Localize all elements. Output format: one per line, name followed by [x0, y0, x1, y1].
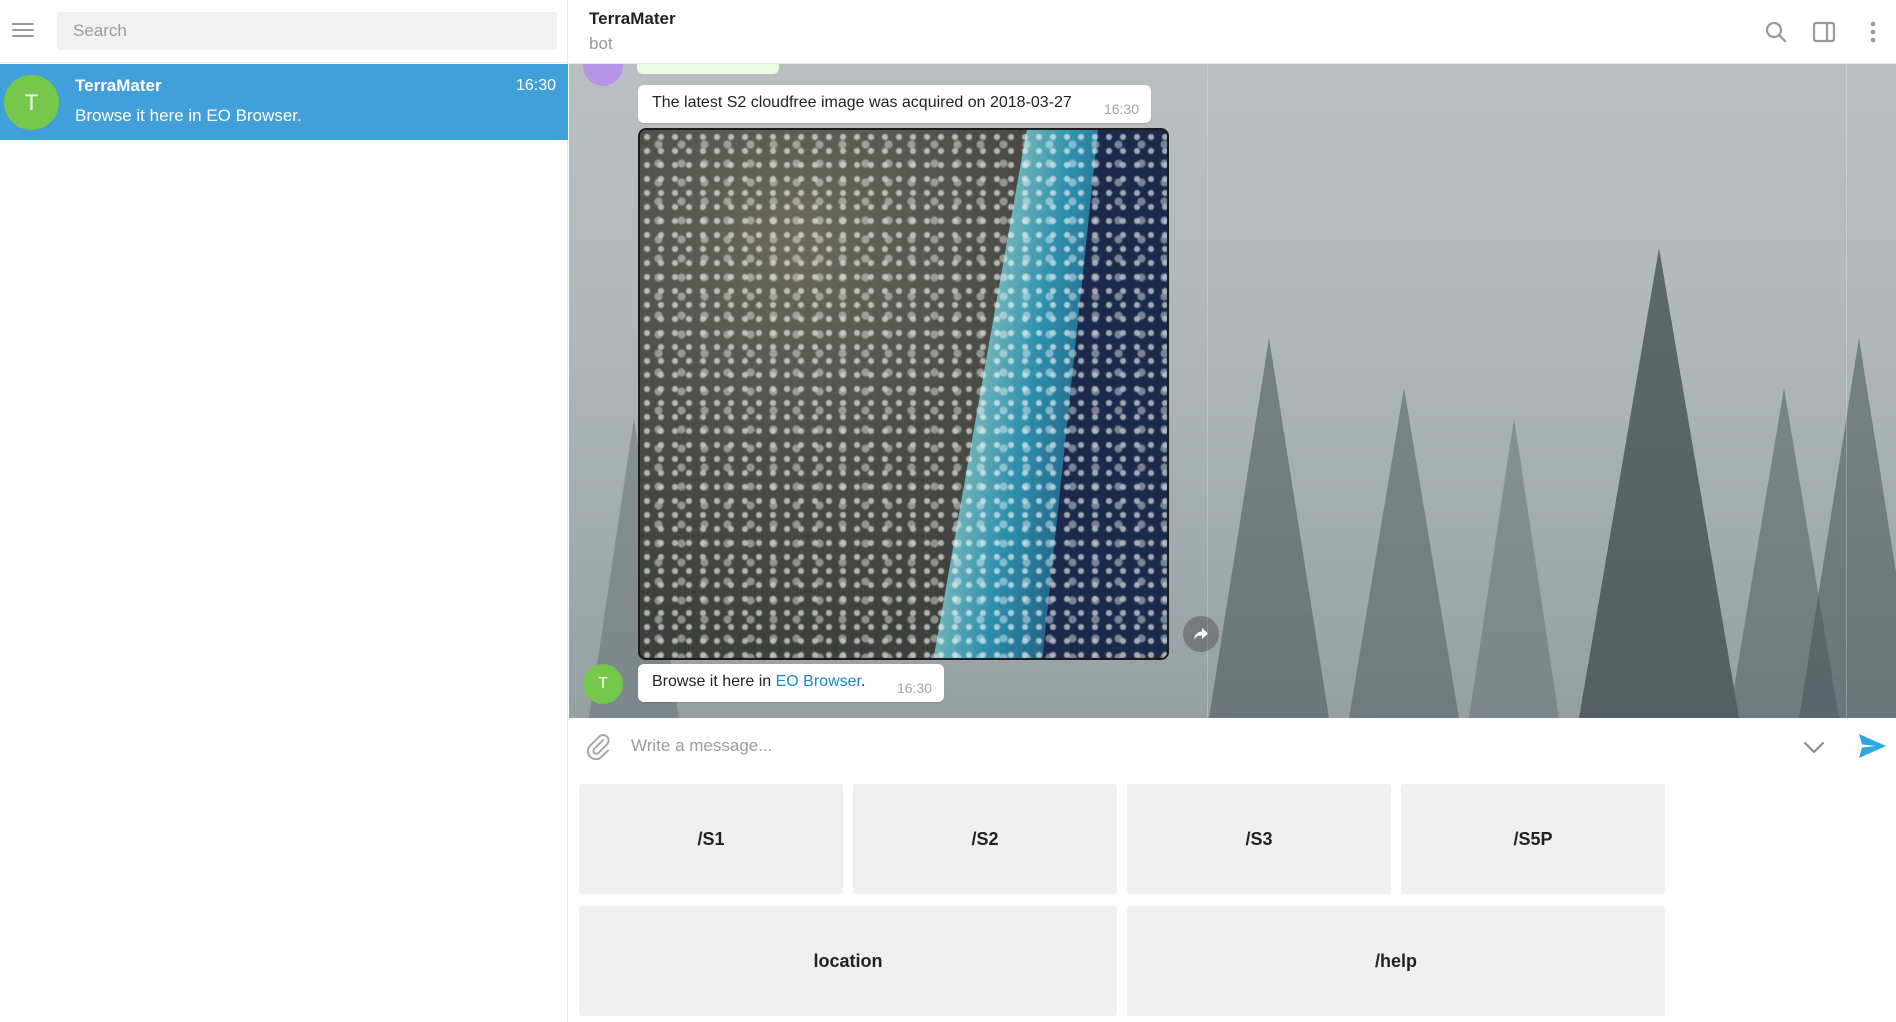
satellite-photo[interactable] — [638, 128, 1169, 660]
chat-preview: Browse it here in EO Browser. — [75, 106, 302, 125]
search-input[interactable] — [57, 12, 557, 50]
background-tree — [1209, 338, 1329, 718]
message-composer — [569, 718, 1896, 774]
message-text: The latest S2 cloudfree image was acquir… — [652, 94, 1072, 111]
message-time: 16:30 — [1103, 101, 1139, 117]
eo-browser-link[interactable]: EO Browser — [776, 673, 861, 690]
send-icon[interactable] — [1856, 730, 1888, 762]
avatar: T — [4, 75, 59, 130]
background-tree — [1579, 248, 1739, 718]
message-text-after: . — [860, 673, 866, 690]
bot-command-button[interactable]: /S5P — [1401, 784, 1665, 894]
share-icon[interactable] — [1183, 616, 1219, 652]
sidebar: T TerraMater 16:30 Browse it here in EO … — [0, 0, 568, 1022]
chat-name: TerraMater — [75, 76, 162, 95]
background-divider — [1846, 64, 1847, 718]
avatar[interactable]: T — [583, 664, 623, 704]
main-panel: TerraMater bot The latest S2 cloudfree i… — [569, 0, 1896, 1022]
avatar — [583, 64, 623, 86]
chat-time: 16:30 — [515, 77, 556, 94]
peer-name[interactable]: TerraMater — [589, 9, 676, 29]
chat-list-item[interactable]: T TerraMater 16:30 Browse it here in EO … — [0, 64, 568, 140]
background-tree — [1469, 418, 1559, 718]
telegram-window: T TerraMater 16:30 Browse it here in EO … — [0, 0, 1896, 1022]
chat-header: TerraMater bot — [569, 0, 1896, 64]
help-button[interactable]: /help — [1127, 906, 1665, 1016]
peer-status: bot — [589, 34, 613, 53]
bot-command-button[interactable]: /S1 — [579, 784, 843, 894]
bot-command-button[interactable]: /S2 — [853, 784, 1117, 894]
sidebar-header — [0, 0, 568, 63]
location-button[interactable]: location — [579, 906, 1117, 1016]
background-tree — [1349, 388, 1459, 718]
chevron-down-icon[interactable] — [1801, 734, 1827, 760]
message-input[interactable] — [631, 730, 1731, 762]
bot-command-button[interactable]: /S3 — [1127, 784, 1391, 894]
message-history[interactable]: The latest S2 cloudfree image was acquir… — [569, 64, 1896, 718]
more-vertical-icon[interactable] — [1859, 18, 1887, 46]
search-icon[interactable] — [1762, 18, 1790, 46]
menu-icon[interactable] — [10, 17, 36, 43]
message-bubble-partial — [637, 64, 779, 74]
message-text-before: Browse it here in — [652, 673, 776, 690]
bot-keyboard: /S1 /S2 /S3 /S5P location /help — [569, 774, 1896, 1022]
message-bubble[interactable]: Browse it here in EO Browser. 16:30 — [638, 664, 944, 702]
message-bubble[interactable]: The latest S2 cloudfree image was acquir… — [638, 85, 1151, 123]
message-time: 16:30 — [896, 680, 932, 696]
paperclip-icon[interactable] — [583, 731, 613, 761]
message-text: Browse it here in EO Browser. — [652, 673, 865, 691]
photo-clouds — [640, 130, 1167, 658]
background-tree — [1799, 338, 1896, 718]
sidebar-panel-icon[interactable] — [1810, 18, 1838, 46]
